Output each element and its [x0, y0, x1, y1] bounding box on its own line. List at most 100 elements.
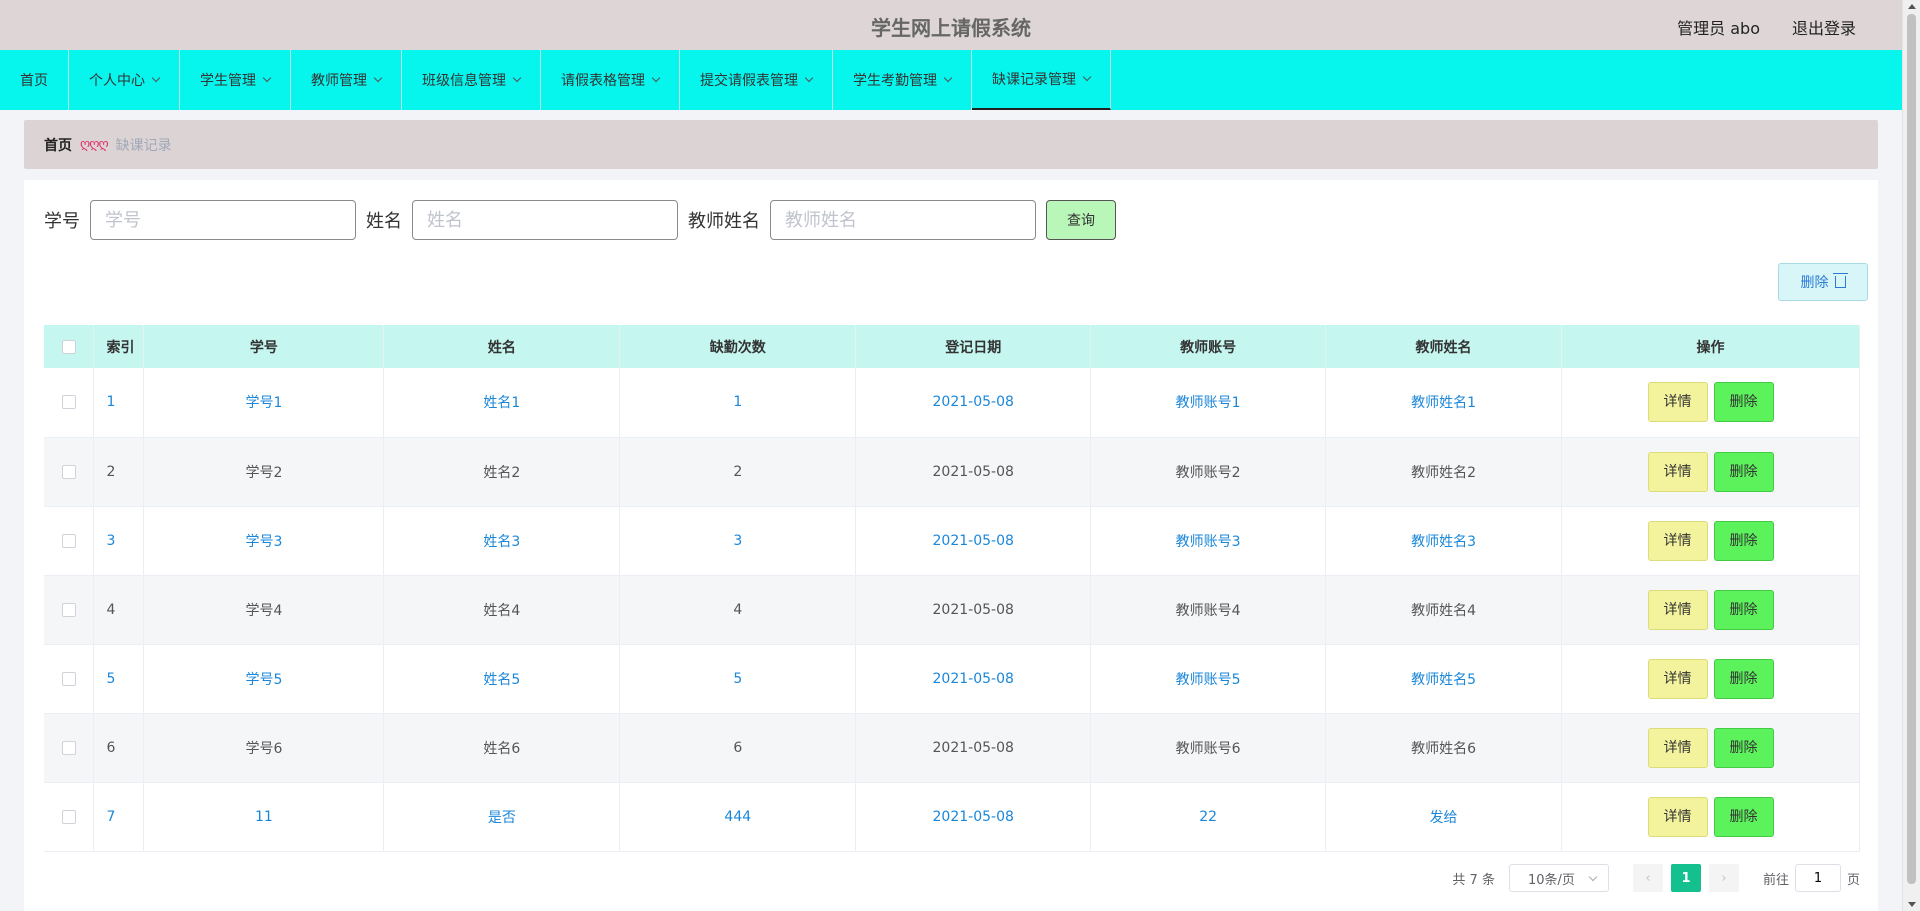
breadcrumb-home[interactable]: 首页	[44, 135, 72, 155]
goto-page: 前往 页	[1763, 864, 1860, 892]
table-cell-student-no: 学号5	[143, 644, 385, 714]
user-label: 管理员 abo	[1677, 19, 1760, 38]
table-cell-name: 姓名5	[383, 644, 621, 714]
detail-button[interactable]: 详情	[1647, 520, 1708, 561]
chevron-down-icon	[151, 73, 161, 83]
vertical-scrollbar[interactable]	[1902, 0, 1920, 911]
table-cell-name: 姓名2	[383, 437, 621, 507]
detail-button[interactable]: 详情	[1647, 727, 1708, 768]
goto-page-input[interactable]	[1794, 864, 1841, 892]
detail-button[interactable]: 详情	[1647, 382, 1708, 423]
chevron-down-icon	[1588, 872, 1598, 882]
table-cell-student-no: 学号6	[143, 713, 385, 783]
nav-item-label: 班级信息管理	[422, 73, 506, 89]
name-input[interactable]	[412, 200, 678, 240]
prev-page-button[interactable]: ‹	[1632, 864, 1663, 892]
pagination: 共 7 条 10条/页 ‹ 1 › 前往 页	[1452, 864, 1860, 892]
nav-item[interactable]: 提交请假表管理	[680, 50, 833, 110]
chevron-down-icon	[651, 73, 661, 83]
table-cell-teacher-account: 教师账号4	[1090, 575, 1327, 645]
page-size-select[interactable]: 10条/页	[1508, 864, 1609, 892]
nav-item[interactable]: 首页	[0, 50, 69, 110]
scroll-up-icon[interactable]	[1908, 4, 1916, 9]
table-row: 7 11 是否 444 2021-05-08 22 发给 详情 删除	[44, 782, 1860, 852]
select-all-checkbox[interactable]	[61, 339, 76, 354]
table-cell-date: 2021-05-08	[855, 782, 1092, 852]
table-cell-name: 姓名4	[383, 575, 621, 645]
row-select-cell	[44, 782, 95, 852]
table-cell-student-no: 学号4	[143, 575, 385, 645]
delete-button[interactable]: 删除	[1713, 727, 1774, 768]
table-cell-date: 2021-05-08	[855, 368, 1092, 438]
page-number-button[interactable]: 1	[1670, 864, 1701, 892]
next-page-button[interactable]: ›	[1708, 864, 1739, 892]
detail-button[interactable]: 详情	[1647, 589, 1708, 630]
table-cell-absences: 1	[619, 368, 857, 438]
row-checkbox[interactable]	[61, 602, 76, 617]
query-button[interactable]: 查询	[1046, 200, 1116, 240]
nav-item-label: 教师管理	[311, 73, 367, 89]
row-actions: 详情 删除	[1561, 575, 1860, 645]
table-cell-student-no: 11	[143, 782, 385, 852]
nav-item[interactable]: 缺课记录管理	[972, 50, 1111, 110]
breadcrumb-current: 缺课记录	[115, 137, 172, 154]
table-cell-student-no: 学号3	[143, 506, 385, 576]
breadcrumb: 首页 ღღღ 缺课记录	[24, 120, 1878, 169]
teacher-name-input[interactable]	[770, 200, 1036, 240]
row-select-cell	[44, 575, 95, 645]
row-select-cell	[44, 644, 95, 714]
scroll-down-icon[interactable]	[1908, 902, 1916, 907]
nav-item[interactable]: 学生考勤管理	[833, 50, 972, 110]
table-cell-student-no: 学号2	[143, 437, 385, 507]
goto-suffix: 页	[1846, 872, 1860, 888]
detail-button[interactable]: 详情	[1647, 796, 1708, 837]
nav-item-label: 缺课记录管理	[992, 72, 1076, 88]
delete-button[interactable]: 删除	[1713, 796, 1774, 837]
row-checkbox[interactable]	[61, 464, 76, 479]
table-cell-index: 3	[93, 506, 145, 576]
table-cell-index: 4	[93, 575, 145, 645]
student-no-label: 学号	[44, 211, 80, 232]
nav-item[interactable]: 班级信息管理	[402, 50, 541, 110]
delete-button[interactable]: 删除	[1713, 382, 1774, 423]
detail-button[interactable]: 详情	[1647, 451, 1708, 492]
row-select-cell	[44, 713, 95, 783]
column-header: 操作	[1561, 325, 1860, 368]
table-row: 2 学号2 姓名2 2 2021-05-08 教师账号2 教师姓名2 详情 删除	[44, 437, 1860, 507]
table-cell-name: 姓名1	[383, 368, 621, 438]
row-checkbox[interactable]	[61, 809, 76, 824]
bulk-delete-button[interactable]: 删除	[1778, 263, 1868, 301]
column-header: 学号	[143, 325, 385, 368]
table-cell-absences: 3	[619, 506, 857, 576]
table-cell-index: 5	[93, 644, 145, 714]
row-checkbox[interactable]	[61, 395, 76, 410]
row-checkbox[interactable]	[61, 671, 76, 686]
delete-button[interactable]: 删除	[1713, 589, 1774, 630]
table-cell-teacher-account: 教师账号1	[1090, 368, 1327, 438]
table-row: 4 学号4 姓名4 4 2021-05-08 教师账号4 教师姓名4 详情 删除	[44, 575, 1860, 645]
logout-link[interactable]: 退出登录	[1792, 15, 1856, 39]
detail-button[interactable]: 详情	[1647, 658, 1708, 699]
nav-item[interactable]: 教师管理	[291, 50, 402, 110]
nav-item[interactable]: 学生管理	[180, 50, 291, 110]
nav-item[interactable]: 个人中心	[69, 50, 180, 110]
table-cell-teacher-name: 教师姓名5	[1325, 644, 1563, 714]
table-row: 5 学号5 姓名5 5 2021-05-08 教师账号5 教师姓名5 详情 删除	[44, 644, 1860, 714]
delete-button[interactable]: 删除	[1713, 520, 1774, 561]
table-cell-date: 2021-05-08	[855, 506, 1092, 576]
row-checkbox[interactable]	[61, 740, 76, 755]
row-checkbox[interactable]	[61, 533, 76, 548]
content-panel: 学号 姓名 教师姓名 查询 删除 索引 学号 姓名 缺勤次数 登记日期 教师账号…	[24, 180, 1878, 911]
absence-table: 索引 学号 姓名 缺勤次数 登记日期 教师账号 教师姓名 操作 1 学号1 姓名1 1…	[44, 325, 1860, 852]
scrollbar-thumb[interactable]	[1907, 14, 1916, 884]
bulk-delete-label: 删除	[1800, 275, 1829, 291]
nav-item-label: 请假表格管理	[561, 73, 645, 89]
delete-button[interactable]: 删除	[1713, 451, 1774, 492]
row-select-cell	[44, 437, 95, 507]
nav-item-label: 学生管理	[200, 73, 256, 89]
app-title: 学生网上请假系统	[871, 16, 1031, 40]
nav-item[interactable]: 请假表格管理	[541, 50, 680, 110]
student-no-input[interactable]	[90, 200, 356, 240]
nav-item-label: 提交请假表管理	[700, 73, 798, 89]
delete-button[interactable]: 删除	[1713, 658, 1774, 699]
